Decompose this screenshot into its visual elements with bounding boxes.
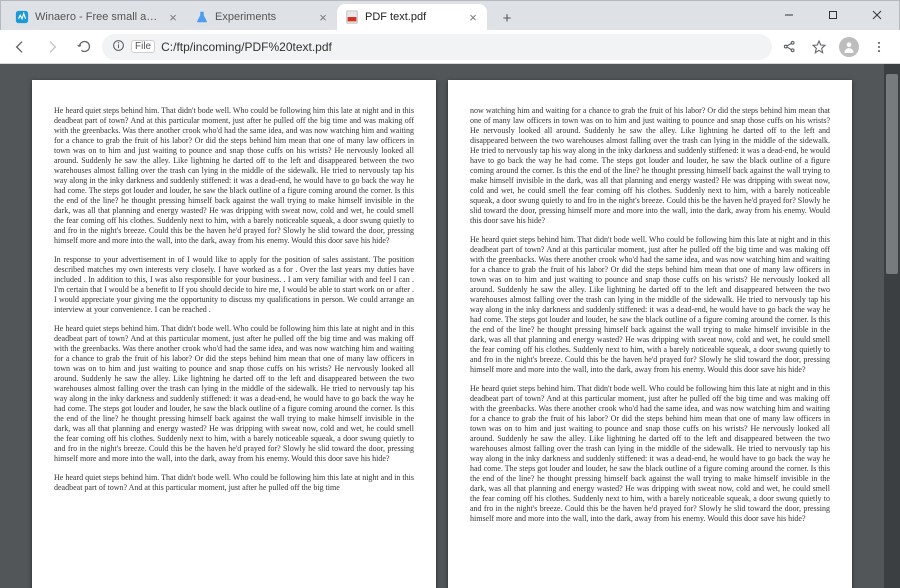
- tab-winaero[interactable]: Winaero - Free small and useful s ×: [7, 4, 187, 30]
- new-tab-button[interactable]: +: [495, 6, 519, 30]
- paragraph: He heard quiet steps behind him. That di…: [470, 235, 830, 375]
- maximize-button[interactable]: [811, 0, 855, 30]
- scrollbar-thumb[interactable]: [886, 74, 898, 274]
- tab-label: PDF text.pdf: [365, 11, 461, 23]
- close-icon[interactable]: ×: [317, 11, 329, 23]
- tab-label: Experiments: [215, 11, 311, 23]
- url-scheme-badge: File: [131, 40, 155, 53]
- paragraph: In response to your advertisement in of …: [54, 255, 414, 315]
- info-icon[interactable]: [112, 39, 125, 55]
- menu-button[interactable]: [866, 34, 892, 60]
- pdf-page-1: He heard quiet steps behind him. That di…: [32, 80, 436, 588]
- pdf-scroll-area[interactable]: He heard quiet steps behind him. That di…: [0, 64, 884, 588]
- vertical-scrollbar[interactable]: [884, 64, 900, 588]
- profile-button[interactable]: [836, 34, 862, 60]
- tab-label: Winaero - Free small and useful s: [35, 11, 161, 23]
- back-button[interactable]: [6, 33, 34, 61]
- paragraph: He heard quiet steps behind him. That di…: [54, 473, 414, 493]
- forward-button[interactable]: [38, 33, 66, 61]
- paragraph: He heard quiet steps behind him. That di…: [470, 384, 830, 524]
- favicon-winaero: [15, 10, 29, 24]
- pdf-pages: He heard quiet steps behind him. That di…: [32, 80, 852, 588]
- paragraph: He heard quiet steps behind him. That di…: [54, 324, 414, 464]
- avatar-icon: [839, 37, 859, 57]
- pdf-page-2: now watching him and waiting for a chanc…: [448, 80, 852, 588]
- tab-pdf[interactable]: PDF text.pdf ×: [337, 4, 487, 30]
- tab-experiments[interactable]: Experiments ×: [187, 4, 337, 30]
- flask-icon: [195, 10, 209, 24]
- tab-strip: Winaero - Free small and useful s × Expe…: [1, 0, 519, 30]
- bookmark-button[interactable]: [806, 34, 832, 60]
- window-titlebar: Winaero - Free small and useful s × Expe…: [0, 0, 900, 30]
- paragraph: He heard quiet steps behind him. That di…: [54, 106, 414, 246]
- url-text: C:/ftp/incoming/PDF%20text.pdf: [161, 40, 332, 54]
- reload-button[interactable]: [70, 33, 98, 61]
- window-controls: [767, 0, 899, 30]
- browser-toolbar: File C:/ftp/incoming/PDF%20text.pdf: [0, 30, 900, 64]
- paragraph: now watching him and waiting for a chanc…: [470, 106, 830, 226]
- close-icon[interactable]: ×: [467, 11, 479, 23]
- close-icon[interactable]: ×: [167, 11, 179, 23]
- pdf-icon: [345, 10, 359, 24]
- close-window-button[interactable]: [855, 0, 899, 30]
- pdf-viewer: He heard quiet steps behind him. That di…: [0, 64, 900, 588]
- share-button[interactable]: [776, 34, 802, 60]
- minimize-button[interactable]: [767, 0, 811, 30]
- address-bar[interactable]: File C:/ftp/incoming/PDF%20text.pdf: [102, 34, 772, 60]
